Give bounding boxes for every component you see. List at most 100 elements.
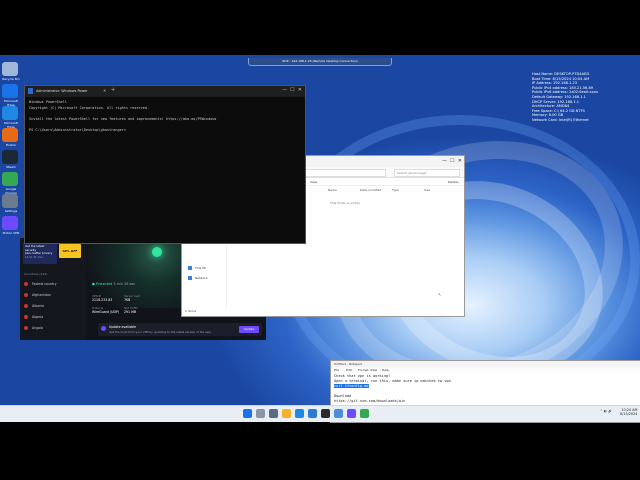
desktop-icon-1[interactable]	[2, 84, 18, 98]
notepad-line: curl ifconfig.me	[334, 384, 369, 388]
window-controls[interactable]: — ☐ ✕	[442, 158, 462, 164]
column-header[interactable]: Size	[424, 188, 430, 192]
notepad-line: Open a terminal, run this, make sure ip …	[334, 379, 451, 383]
vpn-status: ● Protected 3 min 28 sec	[92, 282, 136, 286]
view-button[interactable]: View	[310, 180, 317, 184]
remote-connection-bar[interactable]: RDP - 192.168.1.23 (Remote Desktop Conne…	[248, 58, 392, 66]
vpn-stat: VPN IP 2118.233.83	[92, 294, 112, 302]
notepad-line: Check that vpn is working!	[334, 374, 391, 378]
task-view-icon[interactable]	[269, 409, 278, 418]
vpn-stat: Server load 7KB	[124, 294, 140, 302]
close-tab-icon[interactable]: ✕	[103, 88, 106, 93]
update-text: Get the most from your VPN by updating t…	[109, 330, 212, 334]
notepad-line: https://gif-scm.com/downloads/win	[334, 399, 406, 403]
desktop-icon-2[interactable]	[2, 106, 18, 120]
vpn-update-banner: Update available Get the most from your …	[98, 323, 262, 336]
nav-item[interactable]: Network	[188, 276, 208, 280]
vpn-promo-button[interactable]: 60% OFF	[59, 244, 81, 258]
menu-item[interactable]: Format	[358, 368, 369, 372]
flag-icon	[24, 304, 28, 308]
vpn-promo-card[interactable]: Get the latest security plus, better pri…	[23, 242, 57, 264]
countries-header: Countries (120)	[24, 272, 48, 276]
country-item[interactable]: Albania	[24, 304, 44, 308]
explorer-icon[interactable]	[282, 409, 291, 418]
clock[interactable]: 10:24 AM 8/15/2024	[620, 408, 637, 416]
notepad-title: Untitled - Notepad	[334, 362, 362, 366]
bginfo-line: Network Card: Intel(R) Ethernet	[532, 117, 589, 122]
country-item[interactable]: Algeria	[24, 315, 43, 319]
console-line: Copyright (C) Microsoft Corporation. All…	[29, 105, 150, 110]
vpn-stat: Net traffic 291 MB	[124, 306, 138, 314]
notepad-menu: File Edit Format View Help	[331, 367, 640, 372]
desktop-icon-label: Steam	[6, 165, 16, 169]
flag-icon	[24, 326, 28, 330]
vpn-stat-value: 7KB	[124, 298, 131, 302]
nav-item-label: Network	[195, 276, 208, 280]
console-line: Install the latest PowerShell for new fe…	[29, 116, 217, 121]
new-tab-icon[interactable]: +	[111, 87, 115, 93]
menu-item[interactable]: View	[370, 368, 377, 372]
search-icon[interactable]	[256, 409, 265, 418]
vpn-connected-icon	[152, 247, 162, 257]
taskbar: ⌃ ◐ 🔊 10:24 AM 8/15/2024	[0, 405, 640, 422]
vpn-stat-value: 291 MB	[124, 310, 137, 314]
vpn-stat-value: 2118.233.83	[92, 298, 113, 302]
vpn-icon[interactable]	[347, 409, 356, 418]
chrome-icon[interactable]	[360, 409, 369, 418]
country-item[interactable]: Fastest country	[24, 282, 56, 286]
desktop-icon-4[interactable]	[2, 150, 18, 164]
folder-icon	[188, 276, 192, 280]
folder-icon	[188, 266, 192, 270]
powershell-window: Administrator: Windows Power ✕ + — ☐ ✕ W…	[24, 85, 306, 244]
menu-item[interactable]: Edit	[346, 368, 352, 372]
bginfo-panel: Host Name: DESKTOP-P7D4AED Boot Time: 8/1…	[532, 72, 632, 123]
desktop-icon-0[interactable]	[2, 62, 18, 76]
notepad-icon[interactable]	[334, 409, 343, 418]
desktop-icon-7[interactable]	[2, 216, 18, 230]
desktop-icon-label: Proton VPN	[2, 231, 20, 235]
nav-item[interactable]: This PC	[188, 266, 206, 270]
desktop-icon-label: Firefox	[6, 143, 16, 147]
tray-icons[interactable]: ⌃ ◐ 🔊	[600, 409, 612, 413]
country-label: Albania	[32, 304, 44, 308]
search-input[interactable]: Search ghostranger	[394, 169, 460, 177]
country-label: Afghanistan	[32, 293, 51, 297]
desktop-icon-label: Settings	[4, 209, 18, 213]
column-headers: Name Date modified Type Size	[328, 188, 458, 194]
update-title: Update available	[109, 325, 136, 329]
desktop-icon-6[interactable]	[2, 194, 18, 208]
vpn-stat: Protocol WireGuard (UDP)	[92, 306, 119, 314]
column-header[interactable]: Date modified	[360, 188, 381, 192]
edge-icon[interactable]	[295, 409, 304, 418]
status-bar: 0 items	[185, 309, 197, 313]
country-item[interactable]: Angola	[24, 326, 43, 330]
powershell-titlebar: Administrator: Windows Power ✕ + — ☐ ✕	[25, 86, 305, 97]
store-icon[interactable]	[308, 409, 317, 418]
console-line: PS C:\Users\Administrator\Desktop\ghostr…	[29, 127, 126, 132]
notepad-line: Download	[334, 394, 352, 398]
mouse-cursor: ↖	[438, 292, 442, 297]
update-button[interactable]: Update	[239, 326, 259, 333]
desktop-icon-label: Recycle Bin	[2, 77, 20, 81]
flag-icon	[24, 293, 28, 297]
window-controls[interactable]: — ☐ ✕	[282, 87, 302, 93]
update-icon	[101, 326, 106, 331]
column-header[interactable]: Name	[328, 188, 337, 192]
terminal-icon[interactable]	[321, 409, 330, 418]
details-button[interactable]: Details	[448, 180, 458, 184]
column-header[interactable]: Type	[392, 188, 399, 192]
menu-item[interactable]: Help	[382, 368, 389, 372]
start-icon[interactable]	[243, 409, 252, 418]
desktop-icon-5[interactable]	[2, 172, 18, 186]
country-label: Algeria	[32, 315, 44, 319]
powershell-tab-title[interactable]: Administrator: Windows Power	[36, 89, 88, 93]
country-label: Angola	[32, 326, 44, 330]
vpn-sidebar: Get the latest security plus, better pri…	[20, 238, 86, 340]
flag-icon	[24, 315, 28, 319]
country-item[interactable]: Afghanistan	[24, 293, 51, 297]
menu-item[interactable]: File	[334, 368, 339, 372]
empty-folder-text: This folder is empty.	[330, 201, 361, 205]
vpn-promo-line3: 11 to 31 min	[25, 254, 43, 259]
desktop-icon-3[interactable]	[2, 128, 18, 142]
console-line: Windows PowerShell	[29, 100, 67, 104]
